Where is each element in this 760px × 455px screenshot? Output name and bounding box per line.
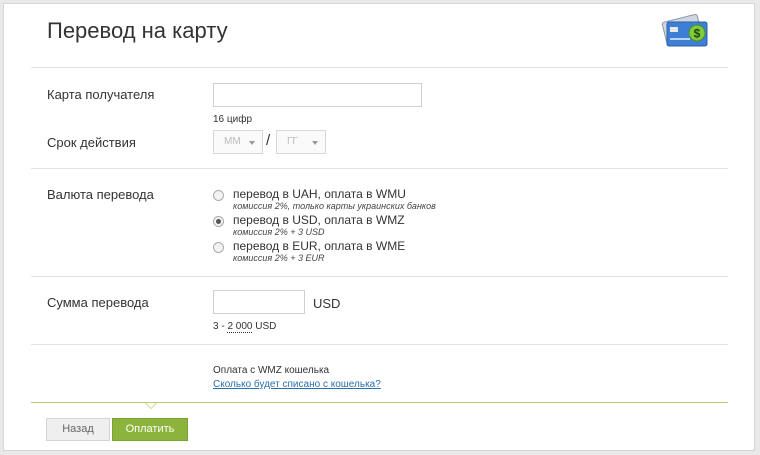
expiry-year-placeholder: ГГ <box>287 136 298 147</box>
amount-range-max: 2 000 <box>227 321 253 333</box>
amount-range: 3 - 2 000 USD <box>213 321 277 333</box>
divider <box>31 67 728 68</box>
amount-range-unit: USD <box>255 321 277 332</box>
footer-divider <box>31 402 728 403</box>
divider <box>31 168 728 169</box>
amount-input[interactable] <box>213 290 305 314</box>
amount-label: Сумма перевода <box>47 295 149 310</box>
currency-label: Валюта перевода <box>47 187 154 202</box>
divider <box>31 276 728 277</box>
card-number-hint: 16 цифр <box>213 114 253 125</box>
currency-option-commission: комиссия 2% + 3 EUR <box>233 253 325 263</box>
chevron-down-icon <box>312 141 318 145</box>
amount-currency-unit: USD <box>313 296 341 311</box>
radio-button[interactable] <box>213 190 224 201</box>
back-button[interactable]: Назад <box>46 418 110 441</box>
currency-option-title: перевод в UAH, оплата в WMU <box>233 187 406 201</box>
card-number-label: Карта получателя <box>47 87 155 102</box>
expiry-month-placeholder: ММ <box>224 136 241 147</box>
chevron-down-icon <box>249 141 255 145</box>
expiry-label: Срок действия <box>47 135 136 150</box>
credit-card-dollar-icon: $ <box>661 13 708 47</box>
deduction-info-link[interactable]: Сколько будет списано с кошелька? <box>213 379 381 390</box>
expiry-month-select[interactable]: ММ <box>213 130 263 154</box>
currency-option-title: перевод в EUR, оплата в WME <box>233 239 406 253</box>
divider <box>31 344 728 345</box>
wallet-info-text: Оплата с WMZ кошелька <box>213 365 330 376</box>
currency-option-commission: комиссия 2%, только карты украинских бан… <box>233 201 436 211</box>
transfer-form-window: Перевод на карту $ Карта получателя 16 ц… <box>3 3 755 451</box>
card-number-input[interactable] <box>213 83 422 107</box>
radio-button[interactable] <box>213 242 224 253</box>
radio-button-checked[interactable] <box>213 216 224 227</box>
currency-option-title: перевод в USD, оплата в WMZ <box>233 213 405 227</box>
pay-button[interactable]: Оплатить <box>112 418 188 441</box>
footer-pointer-inner <box>146 403 156 408</box>
page-title: Перевод на карту <box>47 18 228 43</box>
expiry-separator: / <box>266 132 271 149</box>
expiry-year-select[interactable]: ГГ <box>276 130 326 154</box>
currency-option-commission: комиссия 2% + 3 USD <box>233 227 325 237</box>
svg-text:$: $ <box>694 27 701 41</box>
